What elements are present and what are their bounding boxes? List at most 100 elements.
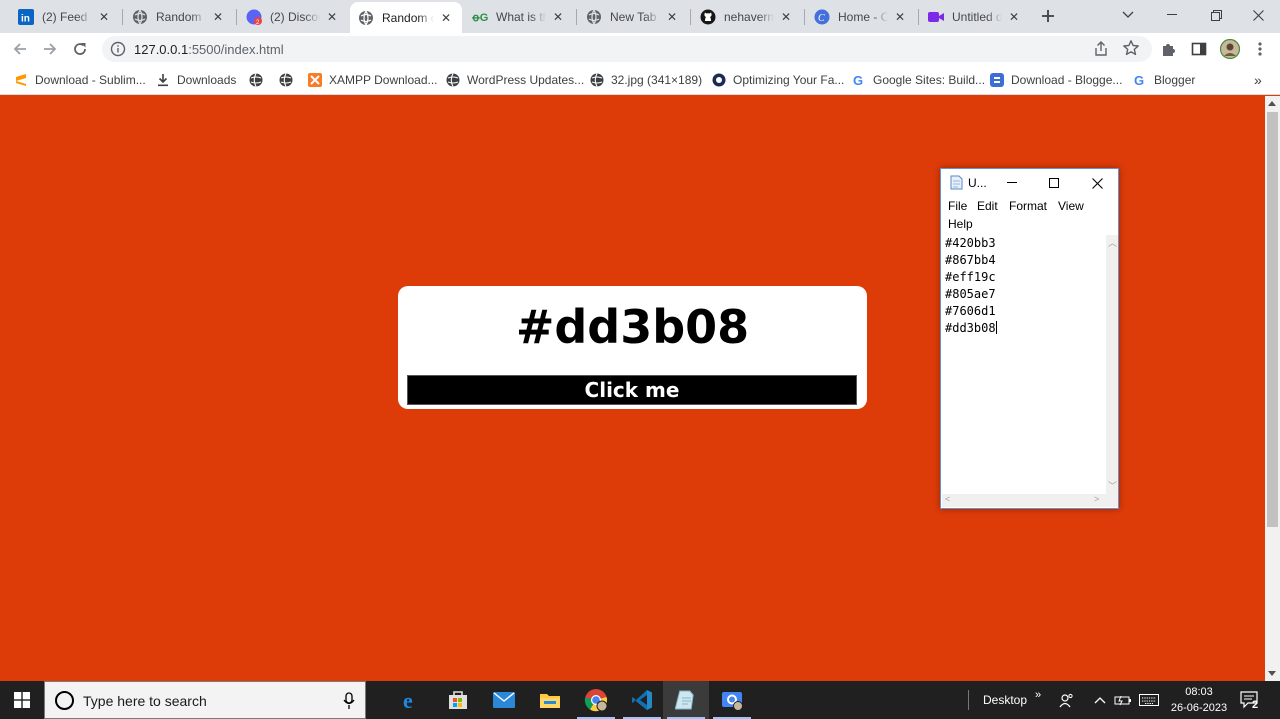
notepad-horizontal-scrollbar[interactable]: < > [942, 494, 1106, 507]
scroll-down-arrow-icon[interactable] [1268, 671, 1276, 676]
close-icon[interactable]: ✕ [210, 9, 226, 25]
bookmarks-bar: Download - Sublim... Downloads XAMPP Dow… [0, 65, 1280, 95]
notepad-maximize-button[interactable] [1033, 169, 1075, 197]
notepad-vertical-scrollbar[interactable]: ︿ ﹀ [1106, 235, 1118, 494]
taskbar-store[interactable] [435, 681, 481, 719]
blogger-icon [990, 73, 1004, 87]
action-center-button[interactable]: 2 [1240, 681, 1266, 719]
bookmark-downloads[interactable]: Downloads [156, 71, 236, 89]
taskbar-mail[interactable] [481, 681, 527, 719]
bookmark-google-sites[interactable]: G Google Sites: Build... [852, 71, 985, 89]
address-bar[interactable]: 127.0.0.1:5500/index.html [102, 36, 1152, 62]
menu-format[interactable]: Format [1009, 199, 1047, 213]
tab-search-button[interactable] [1106, 0, 1150, 30]
tab-canva[interactable]: C Home - Canva ✕ [806, 3, 916, 30]
bookmark-label: Optimizing Your Fa... [733, 73, 845, 87]
taskbar-search-box[interactable]: Type here to search [44, 681, 366, 719]
scroll-up-arrow-icon[interactable] [1268, 101, 1276, 106]
bookmark-globe-2[interactable] [279, 71, 300, 89]
taskbar-chrome-profile[interactable] [709, 681, 755, 719]
puzzle-icon [1163, 44, 1175, 56]
tab-github[interactable]: nehaverma ✕ [692, 3, 802, 30]
tab-random-color-1[interactable]: Random color generator ✕ [124, 3, 234, 30]
share-icon[interactable] [1092, 40, 1110, 58]
forward-button[interactable] [38, 37, 62, 61]
tab-separator [918, 9, 919, 25]
info-icon[interactable] [110, 41, 126, 57]
reload-button[interactable] [68, 37, 92, 61]
url-text: 127.0.0.1:5500/index.html [134, 42, 284, 57]
show-hidden-icons-button[interactable] [1094, 681, 1106, 719]
bookmark-wordpress[interactable]: WordPress Updates... [446, 71, 584, 89]
bookmark-blogger-download[interactable]: Download - Blogge... [990, 71, 1122, 89]
new-tab-button[interactable] [1034, 4, 1062, 28]
bookmark-sublime[interactable]: Download - Sublim... [14, 71, 146, 89]
taskbar-edge[interactable]: e [389, 681, 435, 719]
xampp-icon [308, 73, 322, 87]
battery-charging-icon [1114, 695, 1131, 706]
bookmark-optimizing[interactable]: Optimizing Your Fa... [712, 71, 844, 89]
scroll-up-arrow-icon[interactable]: ︿ [1108, 236, 1117, 249]
linkedin-icon: in [18, 8, 34, 25]
minimize-button[interactable] [1150, 0, 1194, 30]
gfg-icon: ꝋG [472, 9, 488, 25]
people-button[interactable] [1059, 681, 1075, 719]
store-icon [449, 691, 467, 709]
restore-button[interactable] [1194, 0, 1238, 30]
notepad-minimize-button[interactable] [991, 169, 1033, 197]
scroll-down-arrow-icon[interactable]: ﹀ [1108, 479, 1117, 492]
notepad-close-button[interactable] [1076, 169, 1118, 197]
extensions-button[interactable] [1157, 37, 1181, 61]
menu-file[interactable]: File [948, 199, 967, 213]
tab-new-tab[interactable]: New Tab ✕ [578, 3, 688, 30]
side-panel-button[interactable] [1187, 37, 1211, 61]
click-me-button[interactable]: Click me [407, 375, 857, 405]
close-icon[interactable]: ✕ [1006, 9, 1022, 25]
menu-help[interactable]: Help [948, 217, 973, 231]
bookmark-xampp[interactable]: XAMPP Download... [308, 71, 438, 89]
page-scrollbar[interactable] [1265, 96, 1280, 681]
tab-untitled-design[interactable]: Untitled design ✕ [920, 3, 1030, 30]
keyboard-indicator[interactable] [1139, 681, 1159, 719]
profile-avatar[interactable] [1218, 37, 1242, 61]
menu-edit[interactable]: Edit [977, 199, 998, 213]
browser-menu-button[interactable] [1248, 37, 1272, 61]
back-button[interactable] [8, 37, 32, 61]
taskbar-notepad[interactable] [663, 681, 709, 719]
system-clock[interactable]: 08:03 26-06-2023 [1163, 684, 1235, 716]
resize-grip-icon[interactable] [1106, 494, 1118, 507]
start-button[interactable] [0, 681, 44, 719]
tab-gfg[interactable]: ꝋG What is the ✕ [464, 3, 574, 30]
tab-random-color-active[interactable]: Random color generator ✕ [350, 2, 462, 33]
tab-separator [122, 9, 123, 25]
taskbar-file-explorer[interactable] [527, 681, 573, 719]
scroll-right-arrow-icon[interactable]: > [1094, 494, 1099, 504]
menu-view[interactable]: View [1058, 199, 1084, 213]
microphone-icon[interactable] [343, 692, 355, 710]
close-icon[interactable]: ✕ [438, 10, 454, 26]
bookmark-32jpg[interactable]: 32.jpg (341×189) [590, 71, 702, 89]
notepad-text-area[interactable]: #420bb3 #867bb4 #eff19c #805ae7 #7606d1 … [942, 235, 1106, 494]
more-bookmarks-button[interactable]: » [1254, 71, 1262, 89]
taskbar-chrome[interactable] [573, 681, 619, 719]
close-icon[interactable]: ✕ [550, 9, 566, 25]
close-window-button[interactable] [1236, 0, 1280, 30]
close-icon[interactable]: ✕ [664, 9, 680, 25]
bookmark-blogger[interactable]: G Blogger [1133, 71, 1195, 89]
scroll-thumb[interactable] [1267, 112, 1278, 527]
text-line: #dd3b08 [945, 321, 996, 335]
tab-linkedin[interactable]: in (2) Feed | LinkedIn ✕ [10, 3, 120, 30]
desktop-toolbar[interactable]: Desktop » [968, 681, 1041, 719]
bookmark-globe-1[interactable] [249, 71, 270, 89]
close-icon[interactable]: ✕ [96, 9, 112, 25]
taskbar-vscode[interactable] [619, 681, 665, 719]
close-icon[interactable]: ✕ [892, 9, 908, 25]
bookmark-star-icon[interactable] [1122, 39, 1140, 57]
battery-indicator[interactable] [1114, 681, 1132, 719]
notepad-titlebar[interactable]: U... [941, 169, 1118, 197]
scroll-left-arrow-icon[interactable]: < [945, 494, 950, 504]
close-icon[interactable]: ✕ [324, 9, 340, 25]
close-icon[interactable]: ✕ [778, 9, 794, 25]
tab-discord[interactable]: 2 (2) Discord ✕ [238, 3, 348, 30]
search-placeholder: Type here to search [83, 693, 207, 709]
